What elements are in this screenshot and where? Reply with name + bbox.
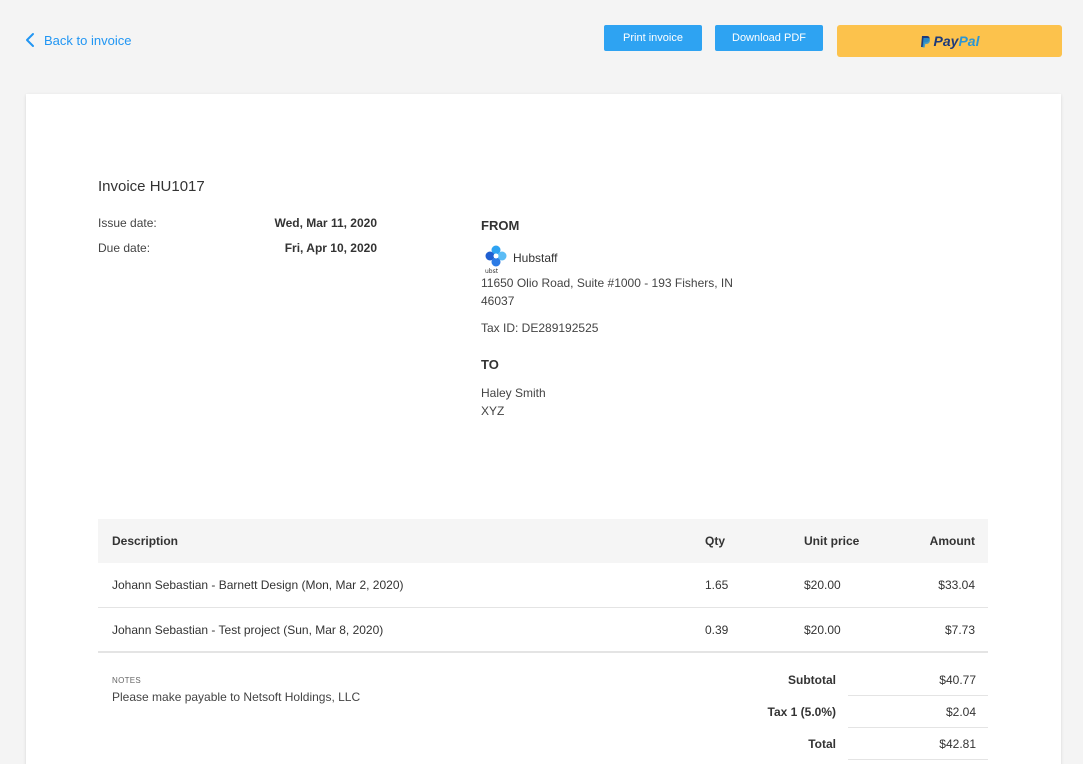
tax-label: Tax 1 (5.0%) <box>767 705 836 719</box>
hubstaff-logo: ubst <box>485 245 507 274</box>
chevron-left-icon <box>26 33 34 47</box>
row-unit-price: $20.00 <box>804 578 841 592</box>
from-heading: FROM <box>481 218 520 233</box>
top-toolbar: Back to invoice Print invoice Download P… <box>0 0 1083 80</box>
col-unit-price-header: Unit price <box>804 534 860 548</box>
table-row: Johann Sebastian - Barnett Design (Mon, … <box>98 563 988 608</box>
to-company: XYZ <box>481 404 505 418</box>
subtotal-label: Subtotal <box>788 673 836 687</box>
back-to-invoice-link[interactable]: Back to invoice <box>24 32 131 48</box>
notes-text: Please make payable to Netsoft Holdings,… <box>112 690 361 704</box>
row-qty: 1.65 <box>705 578 729 592</box>
total-row: Total $42.81 <box>808 728 988 760</box>
totals-block: Subtotal $40.77 Tax 1 (5.0%) $2.04 Total… <box>768 664 988 760</box>
row-description: Johann Sebastian - Barnett Design (Mon, … <box>112 578 404 592</box>
issue-date-value: Wed, Mar 11, 2020 <box>274 216 377 230</box>
invoice-title: Invoice HU1017 <box>98 178 205 195</box>
row-amount: $7.73 <box>944 622 975 637</box>
from-tax-id: Tax ID: DE289192525 <box>481 321 599 335</box>
download-pdf-button[interactable]: Download PDF <box>715 25 823 51</box>
from-company-name: Hubstaff <box>513 251 558 265</box>
from-address-line2: 46037 <box>481 294 515 308</box>
row-unit-price: $20.00 <box>804 622 841 637</box>
subtotal-row: Subtotal $40.77 <box>788 664 988 696</box>
total-value: $42.81 <box>939 737 976 751</box>
tax-row: Tax 1 (5.0%) $2.04 <box>768 696 988 728</box>
notes-label: NOTES <box>112 676 142 685</box>
back-link-label: Back to invoice <box>44 32 132 48</box>
tax-value: $2.04 <box>945 705 976 719</box>
total-label: Total <box>808 737 836 751</box>
table-header-row: Description Qty Unit price Amount <box>98 519 988 563</box>
col-amount-header: Amount <box>929 534 975 548</box>
col-qty-header: Qty <box>705 534 726 548</box>
table-row: Johann Sebastian - Test project (Sun, Ma… <box>98 608 988 653</box>
due-date-value: Fri, Apr 10, 2020 <box>284 241 377 255</box>
paypal-button[interactable]: PayPal <box>837 25 1062 57</box>
line-items-table: Description Qty Unit price Amount Johann… <box>98 519 988 653</box>
from-address-line1: 11650 Olio Road, Suite #1000 - 193 Fishe… <box>481 276 733 290</box>
issue-date-label: Issue date: <box>98 216 157 230</box>
to-heading: TO <box>481 357 499 372</box>
print-invoice-button[interactable]: Print invoice <box>604 25 702 51</box>
due-date-label: Due date: <box>98 241 151 255</box>
paypal-logo-pay: Pay <box>933 33 959 49</box>
paypal-icon <box>920 35 930 47</box>
subtotal-value: $40.77 <box>939 673 976 687</box>
col-description-header: Description <box>112 534 179 548</box>
to-name: Haley Smith <box>481 386 546 400</box>
invoice-card: Invoice HU1017 Issue date: Wed, Mar 11, … <box>26 94 1061 764</box>
row-description: Johann Sebastian - Test project (Sun, Ma… <box>112 622 384 637</box>
row-amount: $33.04 <box>938 578 975 592</box>
row-qty: 0.39 <box>705 622 729 637</box>
paypal-logo: PayPal <box>934 33 980 49</box>
paypal-logo-pal: Pal <box>958 33 980 49</box>
